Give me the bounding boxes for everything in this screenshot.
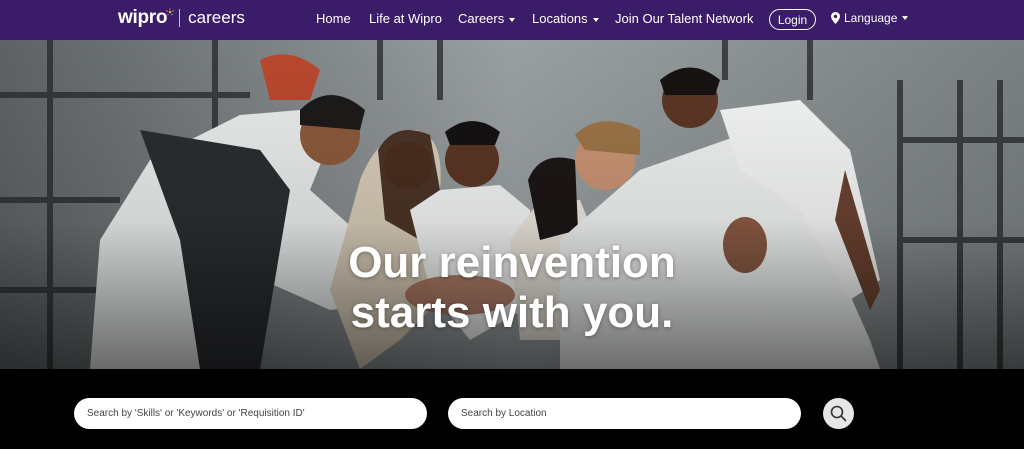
nav-locations[interactable]: Locations <box>532 11 599 26</box>
language-selector[interactable]: Language <box>831 11 909 25</box>
brand-section[interactable]: careers <box>188 8 245 28</box>
nav-join-talent-network[interactable]: Join Our Talent Network <box>615 11 754 26</box>
language-label: Language <box>844 11 898 25</box>
nav-home[interactable]: Home <box>316 11 351 26</box>
nav-life-at-wipro[interactable]: Life at Wipro <box>369 11 442 26</box>
nav-careers[interactable]: Careers <box>458 11 516 26</box>
caret-down-icon <box>509 17 516 22</box>
logo-dots-icon <box>166 8 174 16</box>
search-icon <box>830 405 847 422</box>
nav-careers-label: Careers <box>458 11 505 26</box>
wipro-logo[interactable]: wipro <box>118 7 174 29</box>
hero-banner: Our reinvention starts with you. <box>0 40 1024 369</box>
caret-down-icon <box>592 17 599 22</box>
caret-down-icon <box>902 16 909 20</box>
map-pin-icon <box>831 12 840 24</box>
login-button[interactable]: Login <box>769 9 816 30</box>
nav-locations-label: Locations <box>532 11 588 26</box>
top-nav: wipro careers Home Life at Wipro Careers… <box>0 0 1024 40</box>
search-button[interactable] <box>823 398 854 429</box>
hero-headline: Our reinvention starts with you. <box>0 238 1024 338</box>
brand-divider <box>179 9 181 27</box>
location-search-input[interactable] <box>448 398 801 429</box>
brand[interactable]: wipro careers <box>118 7 245 29</box>
keyword-search-input[interactable] <box>74 398 427 429</box>
hero-headline-line1: Our reinvention <box>348 238 676 287</box>
job-search-bar <box>0 369 1024 449</box>
hero-headline-line2: starts with you. <box>350 288 674 337</box>
